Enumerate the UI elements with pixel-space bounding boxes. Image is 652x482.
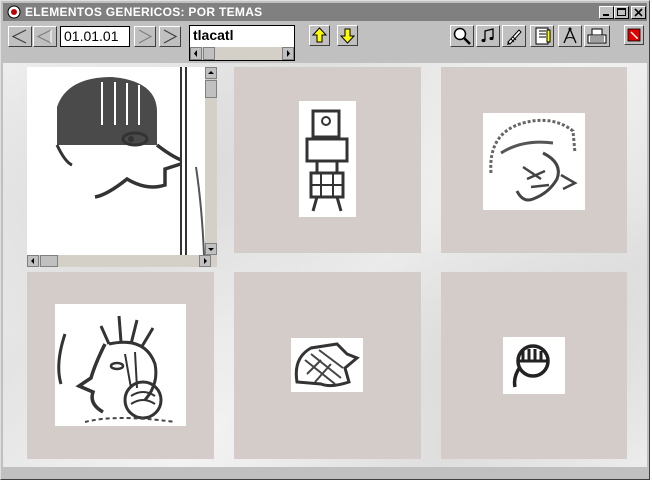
minimize-button[interactable] (599, 6, 614, 19)
scroll-down-icon[interactable] (205, 243, 217, 255)
scroll-thumb[interactable] (40, 255, 58, 267)
search-word-box[interactable]: tlacatl (189, 25, 295, 61)
write-button[interactable] (502, 25, 526, 47)
toolbar: 01.01.01 tlacatl (3, 22, 647, 64)
glyph-tile[interactable] (234, 67, 421, 253)
maximize-button[interactable] (614, 6, 629, 19)
scroll-up-icon[interactable] (205, 67, 217, 79)
glyph-tile[interactable] (234, 272, 421, 459)
status-bar (3, 467, 647, 479)
standing-figure (305, 109, 349, 212)
glyph-tile[interactable] (441, 272, 627, 459)
music-note-icon (481, 28, 494, 43)
search-button[interactable] (450, 25, 474, 47)
glyph-image[interactable] (299, 101, 356, 217)
search-word-input[interactable]: tlacatl (193, 27, 233, 43)
app-window: ELEMENTOS GENERICOS: POR TEMAS 01.01.01 … (0, 0, 650, 480)
measure-button[interactable] (558, 25, 582, 47)
profile-head-feathers (57, 315, 176, 423)
close-icon (634, 8, 643, 17)
scroll-right-icon[interactable] (282, 47, 294, 60)
scroll-thumb[interactable] (203, 47, 215, 60)
nav-last-button[interactable] (159, 26, 181, 47)
move-up-button[interactable] (309, 25, 330, 46)
glyph-tile[interactable] (27, 67, 217, 267)
move-down-button[interactable] (337, 25, 358, 46)
scroll-left-icon[interactable] (27, 255, 39, 267)
close-button[interactable] (631, 6, 646, 19)
minimize-icon (603, 14, 609, 16)
notebook-icon (535, 27, 551, 45)
date-field[interactable]: 01.01.01 (60, 26, 130, 47)
glyph-image[interactable] (483, 113, 585, 210)
glyph-image[interactable] (55, 304, 186, 426)
nav-prev-button[interactable] (33, 26, 57, 47)
glyph-tile[interactable] (27, 272, 214, 459)
arrow-right-outline-icon (138, 29, 153, 44)
hand-glyph (294, 342, 360, 388)
circle-teeth-glyph (512, 344, 550, 388)
head-headdress-sketch (489, 118, 578, 202)
maximize-icon (617, 8, 626, 16)
exit-icon (627, 28, 641, 42)
nav-first-button[interactable] (8, 26, 32, 47)
glyph-tile[interactable] (441, 67, 627, 253)
window-title: ELEMENTOS GENERICOS: POR TEMAS (25, 5, 263, 19)
arrow-right-filled-icon (163, 29, 178, 44)
title-bar: ELEMENTOS GENERICOS: POR TEMAS (3, 3, 647, 21)
magnifier-icon (453, 27, 471, 45)
arrow-left-outline-icon (11, 29, 27, 44)
glyph-image[interactable] (503, 337, 565, 394)
word-scrollbar[interactable] (190, 47, 294, 60)
keyboard-icon (587, 28, 607, 44)
yellow-down-arrow-icon (339, 28, 356, 44)
scroll-left-icon[interactable] (190, 47, 202, 60)
glyph-image[interactable] (291, 338, 363, 392)
thumbnail-side (180, 67, 206, 256)
yellow-up-arrow-icon (311, 27, 328, 43)
exit-button[interactable] (624, 25, 644, 45)
glyph-grid (3, 63, 647, 467)
viewer-hscrollbar[interactable] (27, 255, 217, 267)
pen-icon (507, 29, 522, 45)
notes-button[interactable] (530, 25, 554, 47)
keyboard-button[interactable] (584, 25, 610, 47)
compass-icon (563, 27, 577, 44)
sound-button[interactable] (476, 25, 500, 47)
arrow-left-filled-icon (36, 29, 52, 44)
viewer-vscrollbar[interactable] (205, 67, 217, 255)
app-logo-icon[interactable] (7, 5, 21, 19)
nav-next-button[interactable] (134, 26, 156, 47)
scroll-thumb[interactable] (205, 80, 217, 98)
profile-head-bangs (27, 67, 203, 257)
scroll-right-icon[interactable] (199, 255, 211, 267)
